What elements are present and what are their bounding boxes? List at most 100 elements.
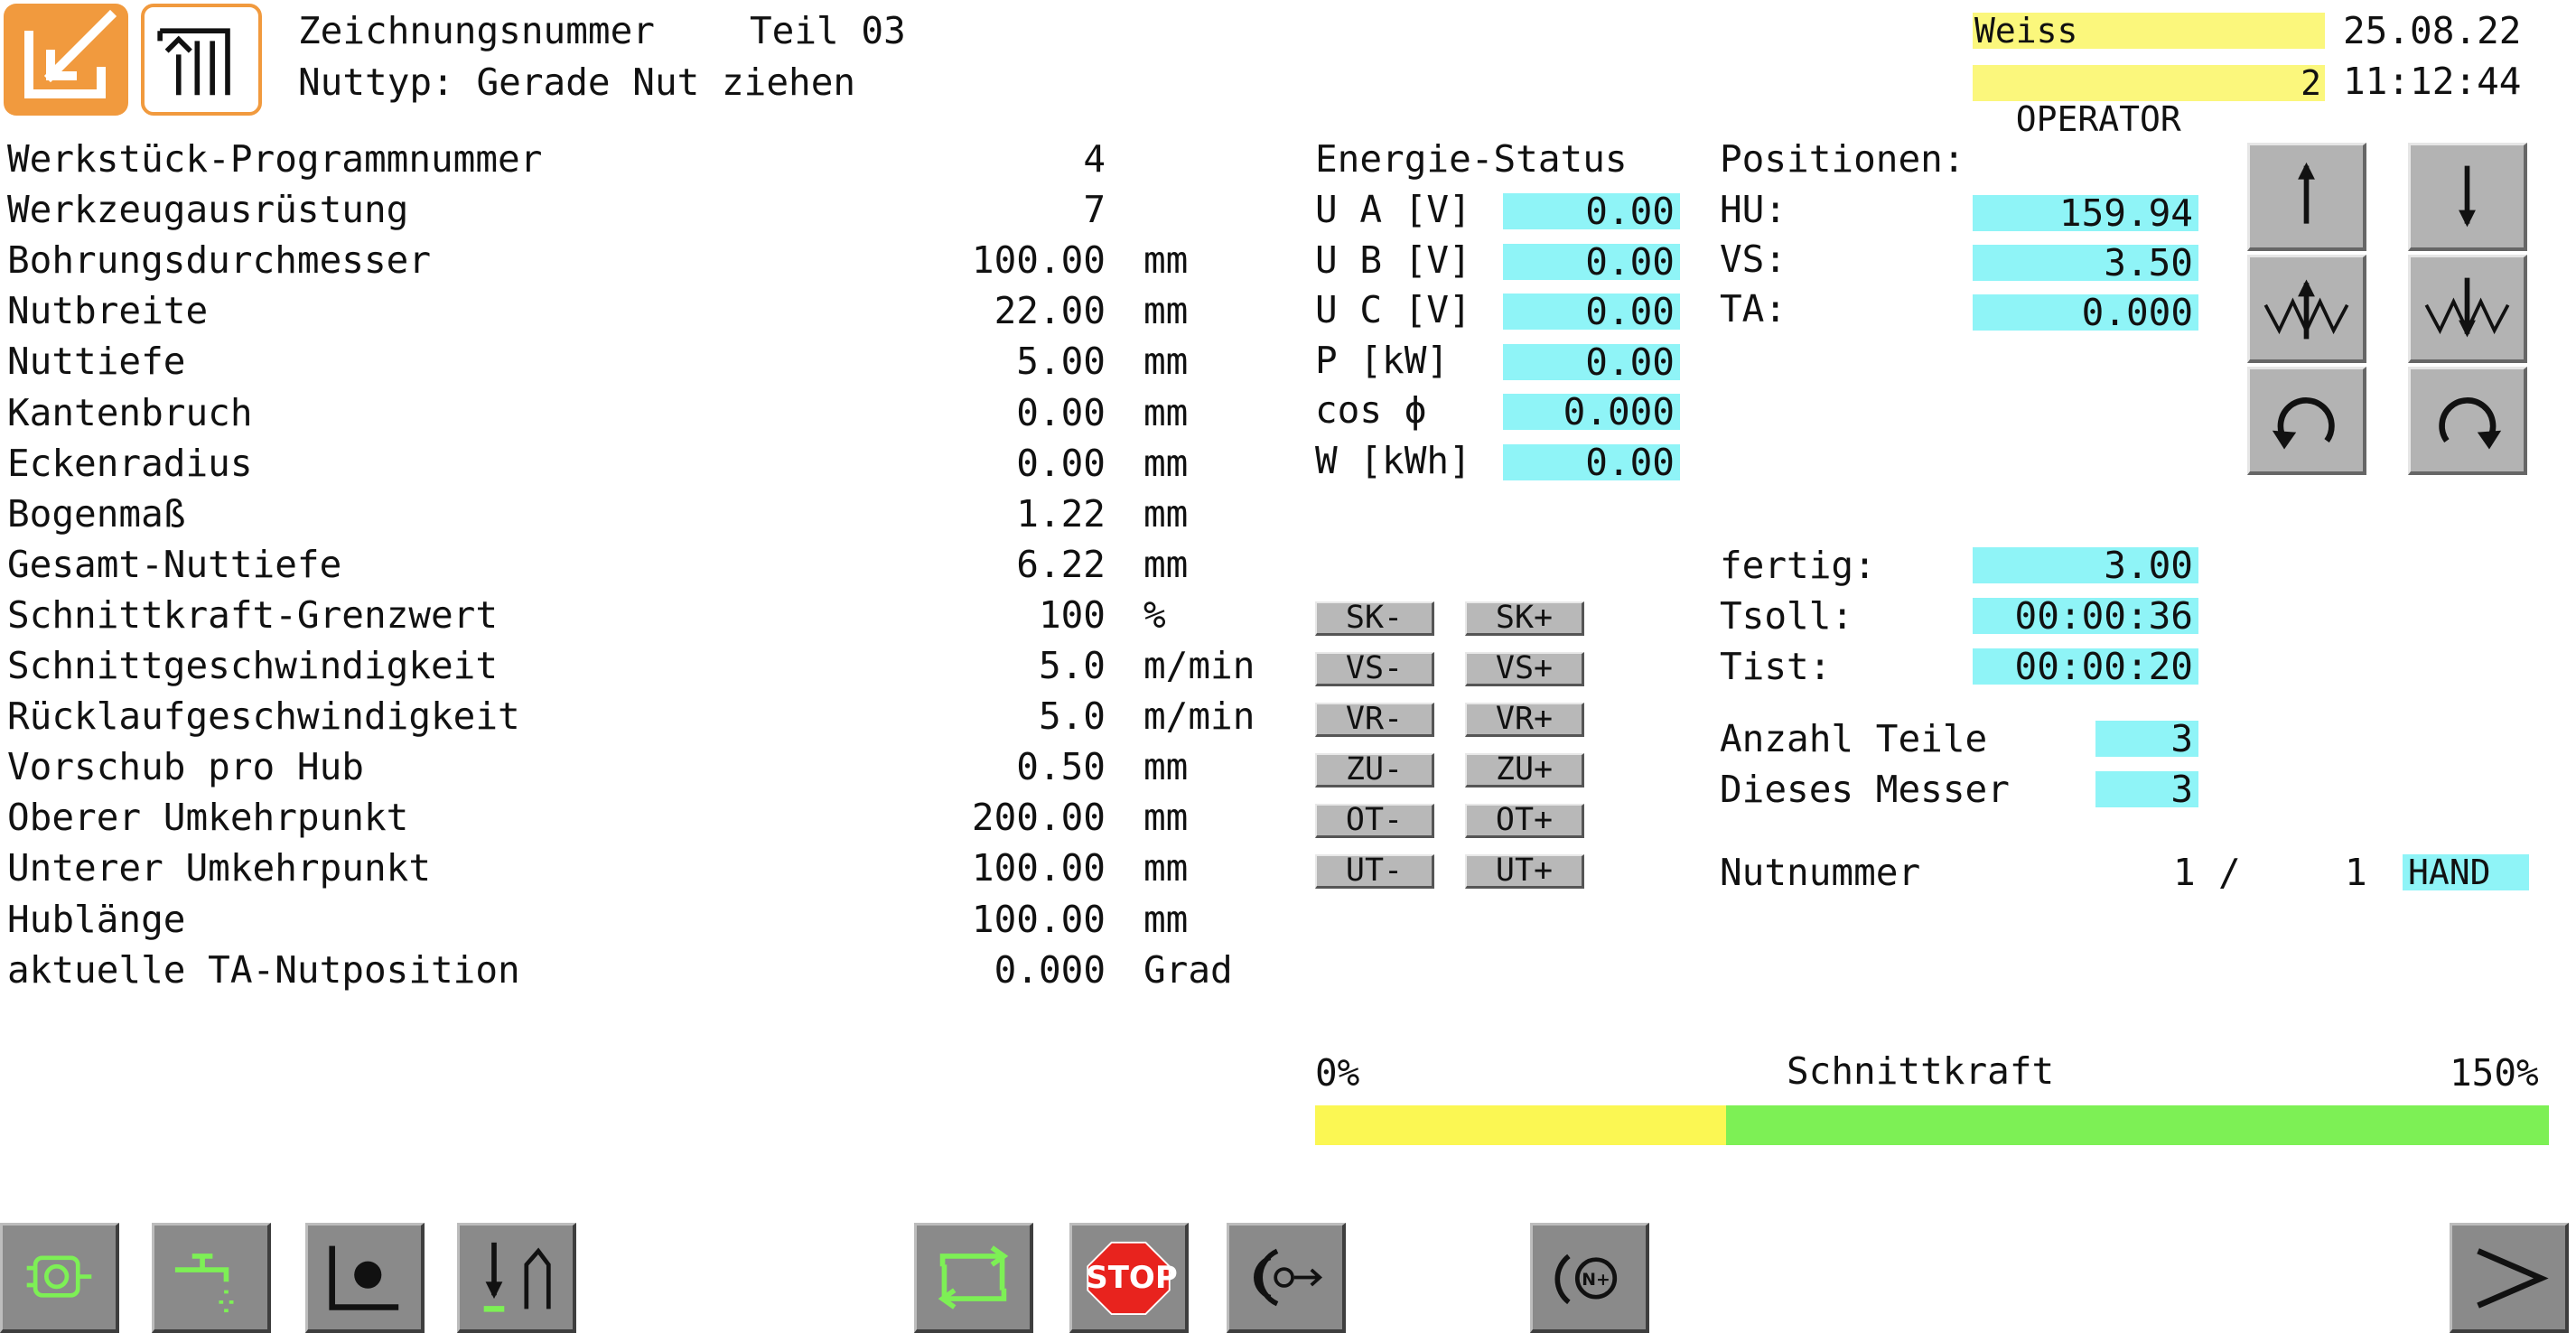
spindle-icon: [1254, 1248, 1323, 1307]
param-value: 0.00: [1016, 441, 1106, 485]
adjust-minus-button[interactable]: OT-: [1315, 804, 1434, 838]
param-value: 1.22: [1016, 491, 1106, 536]
next-page-button[interactable]: [2450, 1223, 2569, 1333]
cutting-force-bar: [1315, 1105, 2549, 1145]
stop-label: STOP: [1086, 1260, 1178, 1296]
tist-value: 00:00:20: [1973, 648, 2198, 685]
param-unit: mm: [1143, 491, 1189, 536]
adjust-minus-button[interactable]: ZU-: [1315, 753, 1434, 787]
adjust-plus-button[interactable]: SK+: [1465, 601, 1584, 636]
energy-value: 0.000: [1503, 394, 1680, 431]
param-unit: m/min: [1143, 644, 1255, 687]
tsoll-value: 00:00:36: [1973, 598, 2198, 635]
adjust-minus-button[interactable]: VR-: [1315, 703, 1434, 737]
tsoll-label: Tsoll:: [1720, 594, 1854, 638]
axis-up-button[interactable]: [2247, 143, 2366, 251]
param-unit: mm: [1143, 390, 1189, 434]
param-value: 100.00: [971, 897, 1106, 941]
energy-label: cos ϕ: [1315, 388, 1427, 433]
motor-icon: [26, 1255, 92, 1298]
tist-label: Tist:: [1720, 645, 1832, 688]
adjust-plus-button[interactable]: ZU+: [1465, 753, 1584, 787]
param-label: Unterer Umkehrpunkt: [7, 846, 431, 890]
role-name: OPERATOR: [2015, 99, 2181, 139]
positions-title: Positionen:: [1720, 137, 1965, 181]
tool-up-button[interactable]: [2247, 255, 2366, 363]
param-unit: Grad: [1143, 947, 1233, 992]
chart-point-icon: [329, 1245, 399, 1310]
energy-label: P [kW]: [1315, 338, 1450, 382]
date-display: 25.08.22: [2343, 9, 2522, 52]
energy-value: 0.00: [1503, 294, 1680, 331]
param-label: Eckenradius: [7, 441, 253, 485]
rotate-left-button[interactable]: [2247, 367, 2366, 475]
position-label: TA:: [1720, 287, 1787, 331]
energy-value: 0.00: [1503, 193, 1680, 230]
adjust-minus-button[interactable]: VS-: [1315, 652, 1434, 686]
anzahl-teile-value: 3: [2095, 721, 2198, 758]
spindle-button[interactable]: [1227, 1223, 1346, 1333]
rotate-right-button[interactable]: [2408, 367, 2527, 475]
rotate-right-icon: [2439, 397, 2502, 450]
anzahl-teile-label: Anzahl Teile: [1720, 717, 1988, 760]
nut-type-label: Nuttyp: Gerade Nut ziehen: [298, 61, 856, 104]
param-label: Vorschub pro Hub: [7, 745, 364, 789]
param-label: aktuelle TA-Nutposition: [7, 947, 520, 992]
next-arrow-icon: [2477, 1248, 2549, 1309]
stop-button[interactable]: STOP: [1069, 1223, 1189, 1333]
motor-button[interactable]: [0, 1223, 119, 1333]
coolant-button[interactable]: [152, 1223, 271, 1333]
adjust-plus-button[interactable]: VR+: [1465, 703, 1584, 737]
edit-app-icon[interactable]: [4, 4, 128, 116]
cycle-button[interactable]: [914, 1223, 1033, 1333]
nutnummer-total: 1: [2345, 851, 2367, 894]
param-label: Schnittgeschwindigkeit: [7, 644, 499, 687]
param-value: 22.00: [994, 289, 1106, 333]
param-label: Hublänge: [7, 897, 186, 941]
param-label: Rücklaufgeschwindigkeit: [7, 694, 520, 739]
param-label: Kantenbruch: [7, 390, 253, 434]
axis-down-button[interactable]: [2408, 143, 2527, 251]
param-label: Nuttiefe: [7, 340, 186, 384]
chart-point-button[interactable]: [305, 1223, 425, 1333]
tool-down-icon: [2424, 277, 2510, 338]
user-name-field: Weiss: [1973, 13, 2325, 49]
position-value: 159.94: [1973, 195, 2198, 232]
fertig-label: fertig:: [1720, 544, 1876, 587]
param-value: 7: [1083, 188, 1106, 232]
param-unit: mm: [1143, 542, 1189, 586]
arrow-down-icon: [2459, 165, 2476, 228]
param-value: 5.0: [1038, 644, 1106, 687]
svg-text:N+: N+: [1582, 1271, 1610, 1290]
param-value: 100.00: [971, 238, 1106, 283]
tool-down-button[interactable]: [2408, 255, 2527, 363]
machine-app-icon[interactable]: [141, 4, 262, 116]
dieses-messer-value: 3: [2095, 771, 2198, 808]
energy-value: 0.00: [1503, 243, 1680, 280]
param-label: Bogenmaß: [7, 491, 186, 536]
param-unit: mm: [1143, 846, 1189, 890]
adjust-minus-button[interactable]: UT-: [1315, 854, 1434, 889]
drawing-number-label: Zeichnungsnummer: [298, 9, 655, 52]
param-value: 0.000: [994, 947, 1106, 992]
param-label: Werkzeugausrüstung: [7, 188, 409, 232]
position-label: VS:: [1720, 238, 1787, 281]
param-unit: mm: [1143, 745, 1189, 789]
adjust-plus-button[interactable]: OT+: [1465, 804, 1584, 838]
param-unit: mm: [1143, 796, 1189, 840]
adjust-plus-button[interactable]: VS+: [1465, 652, 1584, 686]
adjust-plus-button[interactable]: UT+: [1465, 854, 1584, 889]
tool-lower-button[interactable]: [457, 1223, 576, 1333]
cycle-icon: [938, 1245, 1009, 1309]
param-value: 5.00: [1016, 340, 1106, 384]
cutting-force-fill: [1315, 1105, 1726, 1145]
position-value: 3.50: [1973, 245, 2198, 282]
energy-label: W [kWh]: [1315, 439, 1471, 482]
counter-button[interactable]: N+: [1530, 1223, 1649, 1333]
adjust-minus-button[interactable]: SK-: [1315, 601, 1434, 636]
rotate-left-icon: [2272, 397, 2335, 450]
energy-value: 0.00: [1503, 444, 1680, 481]
param-label: Oberer Umkehrpunkt: [7, 796, 409, 840]
param-label: Schnittkraft-Grenzwert: [7, 592, 499, 637]
force-title: Schnittkraft: [1787, 1049, 2055, 1093]
